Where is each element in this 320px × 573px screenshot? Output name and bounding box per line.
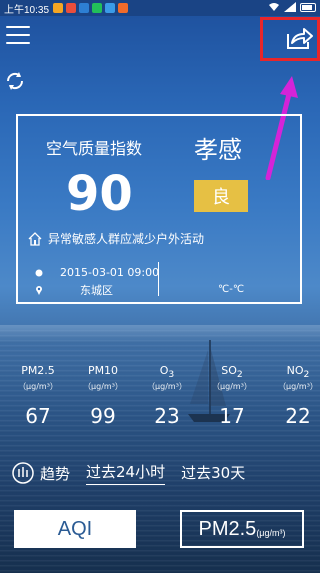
pollutant-value: 22 [285, 404, 311, 429]
house-icon [28, 231, 42, 246]
pollutant-name: O3 [159, 364, 175, 381]
pollutant-unit: （μg/m³） [83, 382, 123, 392]
trend-icon [12, 462, 34, 484]
pollutant-unit: （μg/m³） [212, 382, 252, 392]
pollutant-value: 99 [90, 404, 116, 429]
aqi-button[interactable]: AQI [14, 510, 136, 548]
pollutant-name: PM2.5 [21, 364, 55, 377]
pollutant-name: PM10 [87, 364, 119, 377]
card-divider [158, 262, 159, 296]
location-row: 东城区 [34, 282, 113, 298]
notification-app-icon [79, 3, 90, 13]
notification-app-icon [53, 3, 64, 13]
city-name[interactable]: 孝感 [194, 130, 242, 165]
tab-past-30-days[interactable]: 过去30天 [181, 462, 245, 485]
clock-icon [35, 269, 43, 276]
battery-icon [300, 2, 316, 12]
signal-icon [284, 2, 296, 12]
pollutant-list: PM2.5 （μg/m³） 67 PM10 （μg/m³） 99 O3 （μg/… [0, 364, 320, 434]
aqi-value: 90 [66, 166, 133, 222]
notification-app-icon [105, 3, 116, 13]
pollutant-name: SO2 [221, 364, 243, 381]
pollutant-pm10[interactable]: PM10 （μg/m³） 99 [71, 364, 135, 428]
pollutant-unit: （μg/m³） [147, 382, 187, 392]
status-time: 上午10:35 [4, 4, 50, 16]
pollutant-value: 67 [25, 404, 51, 429]
advice-text: 异常敏感人群应减少户外活动 [48, 232, 205, 246]
pollutant-name: NO2 [286, 364, 310, 381]
pollutant-no2[interactable]: NO2 （μg/m³） 22 [266, 364, 320, 428]
status-bar: 上午10:35 [0, 0, 320, 16]
wifi-icon [269, 3, 279, 11]
horizon [0, 325, 320, 343]
trend-label: 趋势 [40, 464, 71, 483]
pm25-button-label: PM2.5 [198, 517, 257, 540]
datetime: 2015-03-01 09:00 [60, 266, 160, 279]
health-advice: 异常敏感人群应减少户外活动 [28, 230, 204, 247]
pollutant-pm25[interactable]: PM2.5 （μg/m³） 67 [6, 364, 70, 428]
pm25-button-unit: (μg/m³) [256, 528, 286, 538]
district[interactable]: 东城区 [80, 282, 113, 298]
pollutant-o3[interactable]: O3 （μg/m³） 23 [135, 364, 199, 428]
pollutant-unit: （μg/m³） [278, 382, 318, 392]
tab-past-24-hours[interactable]: 过去24小时 [86, 461, 166, 485]
location-pin-icon [36, 286, 42, 295]
aqi-title: 空气质量指数 [46, 139, 143, 158]
aqi-card: 空气质量指数 90 孝感 良 异常敏感人群应减少户外活动 2015-03-01 … [16, 114, 302, 304]
menu-icon[interactable] [6, 26, 30, 46]
pollutant-value: 17 [219, 404, 245, 429]
notification-app-icon [92, 3, 103, 13]
temperature: ℃-℃ [218, 284, 245, 295]
pollutant-value: 23 [154, 404, 180, 429]
share-icon[interactable] [284, 22, 314, 52]
notification-app-icon [66, 3, 77, 13]
pollutant-so2[interactable]: SO2 （μg/m³） 17 [200, 364, 264, 428]
pm25-button[interactable]: PM2.5 (μg/m³) [180, 510, 304, 548]
refresh-icon[interactable] [4, 70, 26, 92]
trend-bar: 趋势 过去24小时 过去30天 [12, 460, 312, 486]
level-badge: 良 [194, 180, 248, 212]
date-row: 2015-03-01 09:00 [34, 266, 159, 279]
notification-app-icon [118, 3, 129, 13]
pollutant-unit: （μg/m³） [18, 382, 58, 392]
